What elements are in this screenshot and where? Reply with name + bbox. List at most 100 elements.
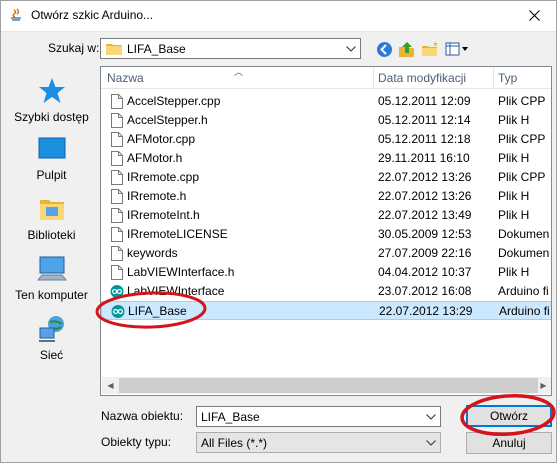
file-row[interactable]: LIFA_Base 22.07.2012 13:29 Arduino fi (101, 301, 551, 320)
close-icon (528, 10, 540, 21)
file-row[interactable]: AFMotor.h 29.11.2011 16:10 Plik H (101, 149, 551, 168)
place-this-pc[interactable]: Ten komputer (8, 254, 95, 302)
arduino-icon (111, 305, 125, 318)
object-name-value: LIFA_Base (201, 410, 260, 424)
file-type: Dokumen (498, 227, 550, 241)
file-name: IRremote.cpp (127, 170, 200, 184)
file-icon (111, 227, 123, 242)
place-desktop[interactable]: Pulpit (8, 136, 95, 182)
file-icon (111, 208, 123, 223)
file-date: 04.04.2012 10:37 (378, 265, 472, 279)
file-type: Plik CPP (498, 170, 546, 184)
sort-ascending-icon: ︿ (234, 67, 244, 77)
place-quick-access[interactable]: Szybki dostęp (8, 76, 95, 124)
up-folder-icon[interactable] (396, 39, 418, 59)
file-icon (111, 189, 123, 204)
file-row[interactable]: LabVIEWInterface 23.07.2012 16:08 Arduino … (101, 282, 551, 301)
object-type-select[interactable]: All Files (*.*) (196, 432, 441, 453)
folder-icon (106, 44, 122, 55)
file-type: Plik CPP (498, 94, 546, 108)
object-name-label: Nazwa obiektu: (101, 409, 184, 423)
file-icon (111, 246, 123, 261)
file-icon (111, 113, 123, 128)
column-separator[interactable] (373, 67, 374, 89)
file-list[interactable]: ︿ Nazwa Data modyfikacji Typ AccelSteppe… (100, 66, 552, 396)
cancel-button-label: Anuluj (492, 436, 526, 450)
column-separator[interactable] (493, 67, 494, 89)
cancel-button[interactable]: Anuluj (466, 432, 552, 454)
column-date[interactable]: Data modyfikacji (378, 71, 466, 85)
desktop-icon (38, 137, 65, 159)
scroll-left-icon[interactable]: ◀ (102, 377, 119, 394)
file-name: LabVIEWInterface.h (127, 265, 235, 279)
file-date: 05.12.2011 12:09 (378, 94, 471, 108)
chevron-down-icon[interactable] (422, 407, 440, 426)
place-network[interactable]: Sieć (8, 314, 95, 362)
libraries-icon (39, 200, 64, 220)
file-row[interactable]: keywords 27.07.2009 22:16 Dokumen (101, 244, 551, 263)
open-button-label: Otwórz (489, 409, 528, 423)
column-name[interactable]: Nazwa (107, 71, 144, 85)
file-row[interactable]: LabVIEWInterface.h 04.04.2012 10:37 Plik H (101, 263, 551, 282)
file-name: IRremoteInt.h (127, 208, 200, 222)
chevron-down-icon[interactable] (342, 39, 360, 58)
file-icon (111, 151, 123, 166)
file-icon (111, 132, 123, 147)
look-in-label: Szukaj w: (48, 41, 100, 55)
object-type-value: All Files (*.*) (201, 436, 268, 450)
file-date: 22.07.2012 13:26 (378, 189, 472, 203)
file-row[interactable]: AFMotor.cpp 05.12.2011 12:18 Plik CPP (101, 130, 551, 149)
look-in-combo[interactable]: LIFA_Base (100, 38, 361, 59)
file-name: AFMotor.h (127, 151, 183, 165)
place-label: Szybki dostęp (14, 110, 89, 124)
column-type[interactable]: Typ (498, 71, 517, 85)
file-date: 05.12.2011 12:14 (378, 113, 471, 127)
star-icon (38, 78, 65, 103)
open-button[interactable]: Otwórz (466, 405, 552, 427)
file-name: IRremoteLICENSE (127, 227, 228, 241)
place-label: Sieć (39, 348, 64, 362)
file-type: Plik H (498, 151, 530, 165)
view-menu-icon[interactable] (444, 39, 470, 59)
file-type: Plik H (498, 208, 530, 222)
file-row[interactable]: IRremote.h 22.07.2012 13:26 Plik H (101, 187, 551, 206)
file-icon (111, 170, 123, 185)
file-type: Plik H (498, 113, 530, 127)
window-title: Otwórz szkic Arduino... (31, 8, 154, 22)
computer-icon (36, 256, 67, 281)
file-date: 22.07.2012 13:26 (378, 170, 472, 184)
network-icon (38, 316, 64, 342)
back-icon[interactable] (373, 39, 395, 59)
file-type: Dokumen (498, 246, 550, 260)
place-label: Biblioteki (27, 228, 76, 242)
file-row[interactable]: IRremoteInt.h 22.07.2012 13:49 Plik H (101, 206, 551, 225)
file-type: Plik H (498, 265, 530, 279)
file-type: Arduino fi (499, 304, 550, 318)
scroll-right-icon[interactable]: ▶ (535, 377, 551, 394)
object-type-label: Obiekty typu: (101, 435, 172, 449)
file-name: AFMotor.cpp (127, 132, 196, 146)
file-date: 23.07.2012 16:08 (378, 284, 472, 298)
file-type: Arduino fi (498, 284, 549, 298)
file-row[interactable]: IRremoteLICENSE 30.05.2009 12:53 Dokumen (101, 225, 551, 244)
file-icon (111, 265, 123, 280)
file-date: 29.11.2011 16:10 (378, 151, 470, 165)
close-button[interactable] (511, 0, 557, 31)
file-date: 22.07.2012 13:49 (378, 208, 472, 222)
scrollbar-thumb[interactable] (119, 378, 538, 393)
place-libraries[interactable]: Biblioteki (8, 194, 95, 242)
file-type: Plik H (498, 189, 530, 203)
file-row[interactable]: IRremote.cpp 22.07.2012 13:26 Plik CPP (101, 168, 551, 187)
file-name: AccelStepper.h (127, 113, 208, 127)
new-folder-icon[interactable] (419, 39, 441, 59)
file-type: Plik CPP (498, 132, 546, 146)
file-row[interactable]: AccelStepper.h 05.12.2011 12:14 Plik H (101, 111, 551, 130)
file-name: LabVIEWInterface (127, 284, 225, 298)
file-row[interactable]: AccelStepper.cpp 05.12.2011 12:09 Plik CPP (101, 92, 551, 111)
horizontal-scrollbar[interactable]: ◀ ▶ (102, 377, 551, 394)
chevron-down-icon[interactable] (422, 433, 440, 452)
place-label: Ten komputer (15, 288, 88, 302)
object-name-field[interactable]: LIFA_Base (196, 406, 441, 427)
file-name: LIFA_Base (128, 304, 187, 318)
file-name: keywords (127, 246, 178, 260)
